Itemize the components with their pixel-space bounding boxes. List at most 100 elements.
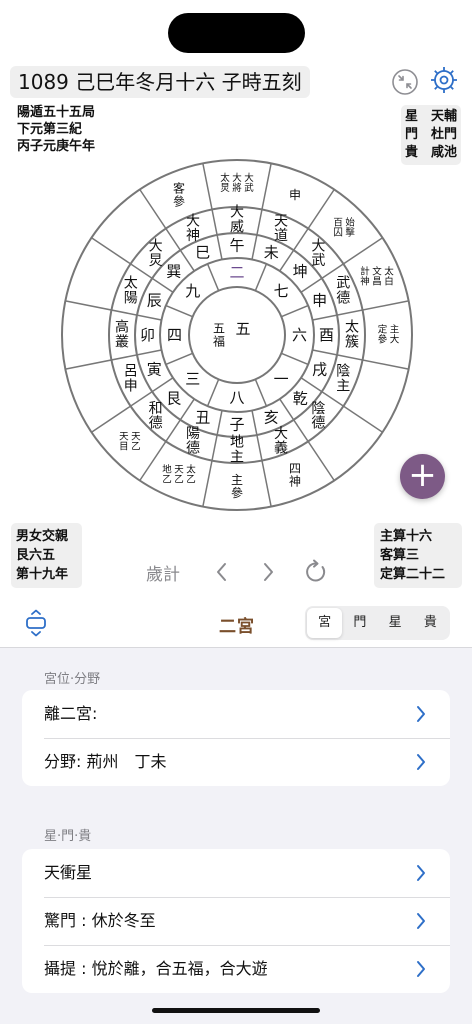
add-button[interactable]: + <box>400 454 445 499</box>
outer-label: 神 <box>360 276 370 288</box>
tab-gate[interactable]: 門 <box>342 608 377 638</box>
deity-label: 義 <box>274 440 288 457</box>
info-value: 天輔 <box>430 109 457 124</box>
star-gate-info: 星天輔 門杜門 貴咸池 <box>401 105 461 165</box>
list-item[interactable]: 天衝星 <box>22 849 450 897</box>
chevron-left-icon[interactable] <box>210 557 234 587</box>
info-key: 星 <box>405 109 419 124</box>
chevron-right-icon <box>417 913 425 929</box>
deity-label: 大 <box>186 213 200 229</box>
info-line: 丙子元庚午年 <box>17 139 96 154</box>
center-number: 五 <box>235 320 250 338</box>
sector-divider <box>165 304 193 318</box>
list-item[interactable]: 攝提 : 悅於離，合五福，合大遊 <box>22 945 450 993</box>
chevron-right-icon <box>417 865 425 881</box>
palace-chart[interactable]: 五五福二七六一八三四九午未坤申酉戌乾亥子丑艮寅卯辰巽巳大威天道大武武德太簇陰主陰… <box>60 158 414 512</box>
period-label[interactable]: 歲計 <box>146 560 180 585</box>
deity-label: 德 <box>186 441 200 457</box>
palace-card: 離二宮: 分野: 荊州 丁未 <box>22 690 450 786</box>
outer-label: 乙 <box>131 442 141 453</box>
sector-divider <box>165 352 193 366</box>
relation-info: 男女交親 艮六五 第十九年 <box>11 523 82 588</box>
branch-label: 戌 <box>312 360 327 378</box>
outer-label: 乙 <box>162 474 172 485</box>
info-value: 咸池 <box>430 145 457 160</box>
tab-noble[interactable]: 貴 <box>413 608 448 638</box>
dynamic-island <box>168 13 305 53</box>
info-line: 客算三 <box>380 548 420 563</box>
deity-label: 德 <box>311 416 325 432</box>
reset-icon[interactable] <box>302 558 330 586</box>
deity-label: 天 <box>274 213 288 229</box>
deity-label: 大 <box>230 205 244 221</box>
deity-label: 大 <box>149 238 163 254</box>
exit-fullscreen-icon[interactable] <box>390 67 420 97</box>
deity-label: 主 <box>230 449 244 465</box>
branch-label: 午 <box>229 237 244 255</box>
outer-label: 目 <box>119 442 129 453</box>
outer-label: 大 <box>390 333 400 345</box>
list-item[interactable]: 分野: 荊州 丁未 <box>22 738 450 786</box>
deity-label: 武 <box>336 276 350 292</box>
deity-label: 陰 <box>336 364 350 380</box>
outer-label: 參 <box>378 333 388 345</box>
deity-label: 呂 <box>124 364 138 380</box>
detail-panel: 宮位·分野 離二宮: 分野: 荊州 丁未 星·門·貴 天衝星 驚門 : 休於冬至… <box>0 647 472 1024</box>
sector-divider <box>206 379 220 407</box>
palace-number: 九 <box>185 282 200 300</box>
star-gate-card: 天衝星 驚門 : 休於冬至 攝提 : 悅於離，合五福，合大遊 <box>22 849 450 993</box>
item-label: 分野: 荊州 丁未 <box>44 752 167 771</box>
outer-label: 神 <box>289 474 301 488</box>
chart-svg[interactable]: 五五福二七六一八三四九午 未坤申酉戌乾亥子丑艮寅卯辰巽巳大威 天道大武武德太簇陰主陰… <box>60 158 414 512</box>
info-line: 主算十六 <box>380 529 433 544</box>
deity-label: 高 <box>115 319 129 336</box>
tab-star[interactable]: 星 <box>378 608 413 638</box>
deity-label: 德 <box>149 416 163 432</box>
info-segmented-control[interactable]: 宮 門 星 貴 <box>305 606 450 640</box>
sector-divider <box>281 352 309 366</box>
deity-label: 陽 <box>124 290 138 306</box>
deity-label: 威 <box>230 219 244 235</box>
chevron-right-icon[interactable] <box>256 557 280 587</box>
datetime-title[interactable]: 1089 己巳年冬月十六 子時五刻 <box>10 66 310 98</box>
list-item[interactable]: 離二宮: <box>22 690 450 738</box>
calendar-info: 陽遁五十五局 下元第三紀 丙子元庚午年 <box>17 104 95 155</box>
branch-label: 艮 <box>166 389 181 407</box>
outer-label: 武 <box>244 182 254 194</box>
outer-label: 昌 <box>372 277 382 288</box>
outer-label: 將 <box>232 182 242 194</box>
deity-label: 神 <box>186 228 200 244</box>
outer-label: 擊 <box>345 226 355 238</box>
settings-gear-icon[interactable] <box>429 65 459 95</box>
palace-number: 三 <box>185 370 200 388</box>
home-indicator <box>152 1008 320 1013</box>
list-item[interactable]: 驚門 : 休於冬至 <box>22 897 450 945</box>
branch-label: 乾 <box>293 389 308 407</box>
palace-title: 二宮 <box>219 617 255 637</box>
deity-label: 德 <box>336 290 350 306</box>
deity-label: 大 <box>311 238 325 254</box>
deity-label: 陰 <box>311 401 325 417</box>
info-line: 陽遁五十五局 <box>17 105 96 120</box>
calculation-info: 主算十六 客算三 定算二十二 <box>374 523 462 588</box>
outer-label: 申 <box>289 188 301 202</box>
branch-label: 巽 <box>166 263 181 281</box>
deity-label: 地 <box>230 435 244 451</box>
deity-label: 炅 <box>149 253 163 269</box>
palace-number: 六 <box>292 326 307 344</box>
branch-label: 寅 <box>147 360 162 378</box>
info-line: 定算二十二 <box>380 567 446 582</box>
outer-label: 乙 <box>174 474 184 485</box>
outer-label: 白 <box>384 276 394 288</box>
outer-label: 參 <box>173 193 185 208</box>
expand-vertical-icon[interactable] <box>22 608 50 638</box>
sector-divider <box>254 263 268 291</box>
info-line: 艮六五 <box>16 548 56 563</box>
chevron-right-icon <box>417 754 425 770</box>
item-label: 離二宮: <box>44 704 98 723</box>
branch-label: 巳 <box>195 243 210 261</box>
palace-number: 七 <box>274 282 289 300</box>
info-value: 杜門 <box>430 127 457 142</box>
tab-palace[interactable]: 宮 <box>307 608 343 638</box>
chevron-right-icon <box>417 706 425 722</box>
